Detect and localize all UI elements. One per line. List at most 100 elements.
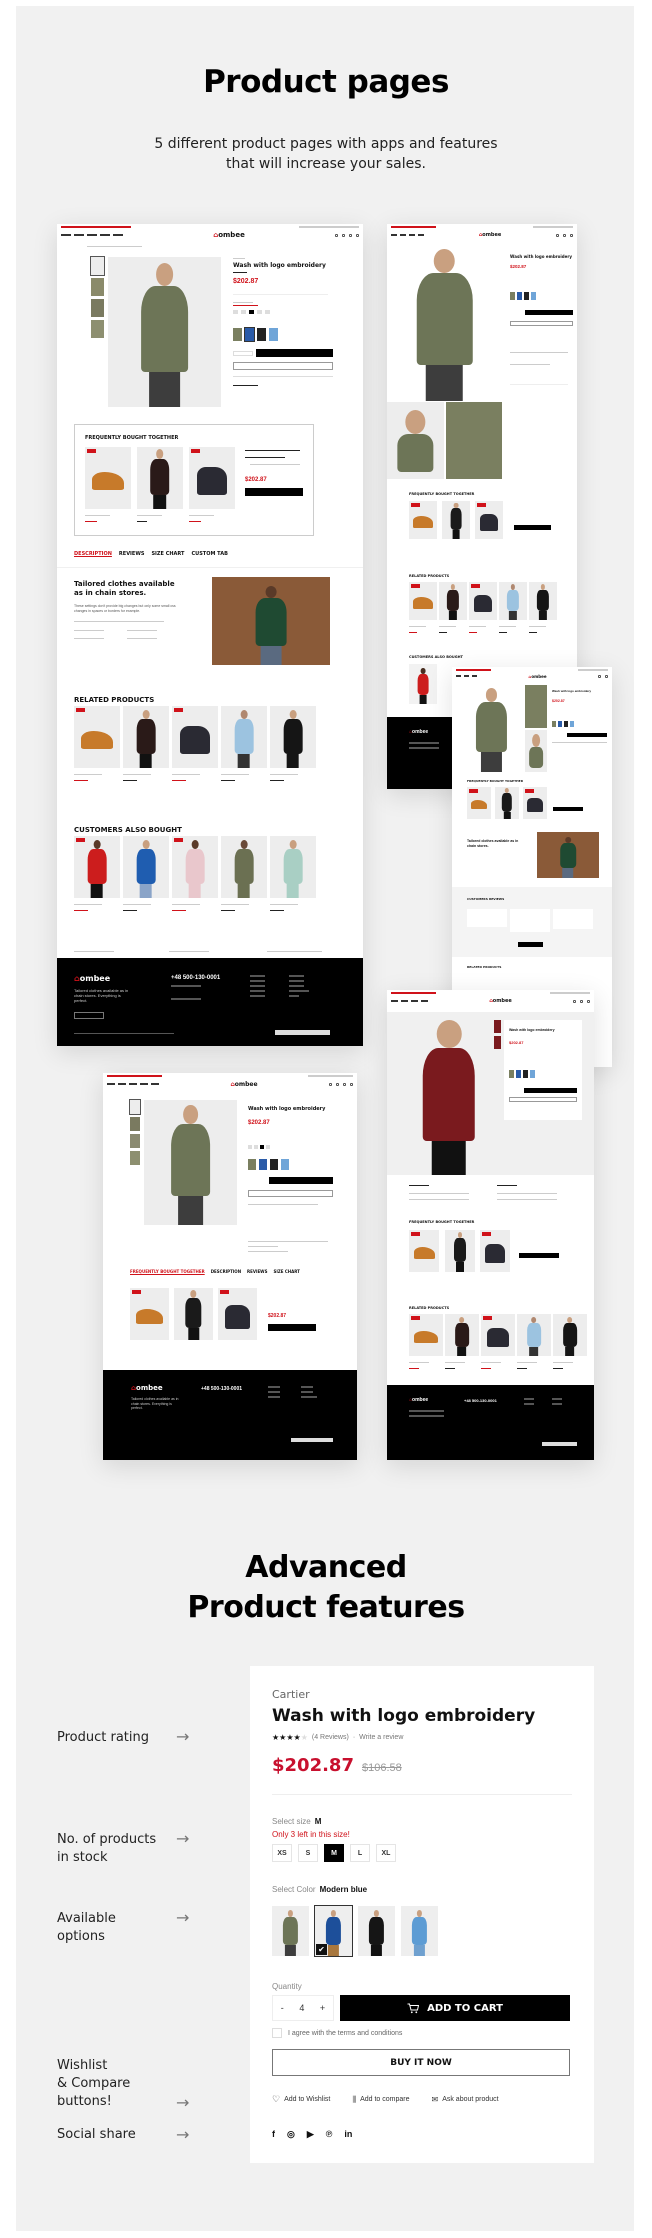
related-products-title: RELATED PRODUCTS [74, 696, 155, 704]
add-to-cart-label: ADD TO CART [427, 2002, 503, 2014]
add-to-wishlist-button[interactable]: ♡ Add to Wishlist [272, 2094, 330, 2105]
add-all-to-cart-button[interactable] [268, 1324, 316, 1331]
tab-reviews[interactable]: REVIEWS [247, 1269, 267, 1274]
product-card[interactable] [499, 582, 527, 620]
product-title: Wash with logo embroidery [510, 254, 572, 259]
color-label: Select Color Modern blue [272, 1885, 368, 1894]
tab-size-chart[interactable]: SIZE CHART [273, 1269, 299, 1274]
terms-checkbox[interactable] [272, 2028, 282, 2038]
features-title-line2: Product features [187, 1590, 465, 1625]
product-card[interactable] [221, 706, 267, 768]
color-swatch-modern-blue[interactable]: ✔ [314, 1905, 353, 1957]
facebook-icon[interactable]: f [272, 2129, 275, 2140]
logo: ⌂ombee [213, 231, 245, 239]
add-to-compare-button[interactable]: ⫼ Add to compare [352, 2094, 409, 2105]
size-label: Select size M [272, 1817, 322, 1826]
product-card[interactable] [529, 582, 557, 620]
product-card[interactable] [123, 836, 169, 898]
instagram-icon[interactable]: ◎ [287, 2129, 295, 2140]
color-selector: ✔ [272, 1905, 438, 1957]
description-image [212, 577, 330, 665]
product-feature-card: Cartier Wash with logo embroidery ★★★★★ … [250, 1666, 594, 2163]
qty-value[interactable]: 4 [299, 2003, 304, 2013]
color-swatch-black[interactable] [358, 1906, 395, 1956]
product-rating: ★★★★★ (4 Reviews) · Write a review [272, 1733, 403, 1742]
product-card[interactable] [517, 1314, 551, 1356]
frequently-bought-together-box: FREQUENTLY BOUGHT TOGETHER $202.87 [74, 424, 314, 536]
reviews-count[interactable]: (4 Reviews) [312, 1734, 349, 1741]
linkedin-icon[interactable]: in [344, 2129, 352, 2140]
qty-decrease-button[interactable]: - [281, 2003, 284, 2013]
size-option-xs[interactable]: XS [272, 1844, 292, 1862]
add-to-cart-button[interactable] [525, 310, 573, 315]
terms-label: I agree with the terms and conditions [288, 2029, 403, 2037]
product-card[interactable] [221, 836, 267, 898]
product-card[interactable] [270, 706, 316, 768]
add-all-to-cart-button[interactable] [514, 525, 551, 530]
color-swatch-light-blue[interactable] [401, 1906, 438, 1956]
tab-custom[interactable]: CUSTOM TAB [191, 551, 227, 557]
size-option-xl[interactable]: XL [376, 1844, 396, 1862]
add-all-to-cart-button[interactable] [519, 1253, 559, 1258]
buy-now-button[interactable] [248, 1190, 333, 1197]
pinterest-icon[interactable]: ℗ [326, 2129, 333, 2140]
product-main-image [144, 1100, 237, 1225]
product-card[interactable] [74, 836, 120, 898]
terms-checkbox-row[interactable]: I agree with the terms and conditions [272, 2028, 402, 2038]
related-products-title: RELATED PRODUCTS [467, 965, 502, 969]
size-options [233, 310, 270, 314]
add-to-cart-button[interactable]: ADD TO CART [340, 1995, 570, 2021]
product-title: Wash with logo embroidery [248, 1106, 326, 1112]
product-card[interactable] [553, 1314, 587, 1356]
product-card[interactable] [469, 582, 497, 620]
product-card[interactable] [74, 706, 120, 768]
buy-now-button[interactable]: BUY IT NOW [272, 2049, 570, 2076]
write-review-link[interactable]: Write a review [359, 1734, 403, 1741]
product-card[interactable] [409, 1314, 443, 1356]
ask-about-product-button[interactable]: ✉ Ask about product [431, 2094, 498, 2105]
thumbnail [91, 320, 104, 338]
separator: · [352, 1734, 356, 1741]
size-option-s[interactable]: S [298, 1844, 318, 1862]
product-card[interactable] [172, 706, 218, 768]
product-card[interactable] [172, 836, 218, 898]
qty-increase-button[interactable]: + [320, 2003, 325, 2013]
tab-reviews[interactable]: REVIEWS [119, 551, 145, 557]
fbt-product [85, 447, 131, 509]
add-all-to-cart-button[interactable] [245, 488, 303, 496]
quantity-stepper[interactable]: - 4 + [272, 1995, 334, 2021]
footer-phone: +48 500-130-0001 [201, 1386, 243, 1392]
envelope-icon: ✉ [431, 2095, 439, 2104]
social-share: f ◎ ▶ ℗ in [272, 2129, 352, 2140]
product-tabs: FREQUENTLY BOUGHT TOGETHER DESCRIPTION R… [130, 1269, 300, 1274]
fbt-title: FREQUENTLY BOUGHT TOGETHER [85, 435, 179, 441]
buy-now-button[interactable] [233, 362, 333, 370]
add-to-cart-button[interactable] [567, 733, 607, 737]
product-card[interactable] [270, 836, 316, 898]
color-swatch-olive[interactable] [272, 1906, 309, 1956]
related-products-title: RELATED PRODUCTS [409, 574, 450, 578]
product-card[interactable] [439, 582, 467, 620]
add-to-cart-button[interactable] [269, 1177, 333, 1184]
tab-description[interactable]: DESCRIPTION [74, 551, 112, 557]
youtube-icon[interactable]: ▶ [307, 2129, 314, 2140]
product-main-image [108, 257, 221, 407]
tab-size-chart[interactable]: SIZE CHART [151, 551, 184, 557]
thumbnail [91, 299, 104, 317]
product-card[interactable] [409, 582, 437, 620]
size-option-l[interactable]: L [350, 1844, 370, 1862]
mockup-nav: ⌂ombee [57, 230, 363, 240]
size-option-m[interactable]: M [324, 1844, 344, 1862]
tab-description[interactable]: DESCRIPTION [211, 1269, 241, 1274]
add-to-cart-button[interactable] [256, 349, 333, 357]
product-card[interactable] [445, 1314, 479, 1356]
description-text: These settings don't provide big changes… [74, 604, 176, 613]
feature-label-rating: Product rating [57, 1730, 150, 1745]
buy-now-button[interactable] [510, 321, 573, 326]
tab-fbt[interactable]: FREQUENTLY BOUGHT TOGETHER [130, 1269, 205, 1274]
product-card[interactable] [481, 1314, 515, 1356]
footer-logo: ⌂ombee [74, 974, 111, 983]
product-card[interactable] [123, 706, 169, 768]
divider [272, 1794, 572, 1795]
fbt-title: FREQUENTLY BOUGHT TOGETHER [467, 779, 524, 783]
